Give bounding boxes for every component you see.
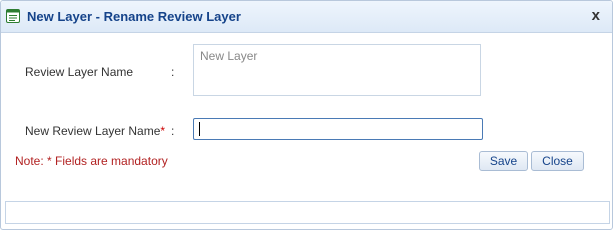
new-layer-name-label-text: New Review Layer Name xyxy=(25,124,161,138)
current-layer-name-value: New Layer xyxy=(193,44,481,96)
dialog-titlebar[interactable]: New Layer - Rename Review Layer x xyxy=(1,1,612,33)
save-button[interactable]: Save xyxy=(479,151,528,171)
required-marker: * xyxy=(160,124,166,138)
close-button[interactable]: Close xyxy=(531,151,584,171)
form-icon xyxy=(6,9,20,23)
close-icon[interactable]: x xyxy=(592,7,600,24)
rename-layer-dialog: New Layer - Rename Review Layer x Review… xyxy=(0,0,613,230)
new-layer-name-label: New Review Layer Name* xyxy=(25,124,165,138)
text-caret xyxy=(199,122,200,136)
current-layer-name-label: Review Layer Name xyxy=(25,65,134,79)
mandatory-fields-note: Note: * Fields are mandatory xyxy=(15,154,168,168)
dialog-footer-bar xyxy=(5,201,610,224)
current-layer-name-colon: : xyxy=(171,65,175,79)
dialog-title: New Layer - Rename Review Layer xyxy=(27,9,241,24)
new-layer-name-colon: : xyxy=(171,124,175,138)
new-layer-name-input[interactable] xyxy=(193,118,483,140)
